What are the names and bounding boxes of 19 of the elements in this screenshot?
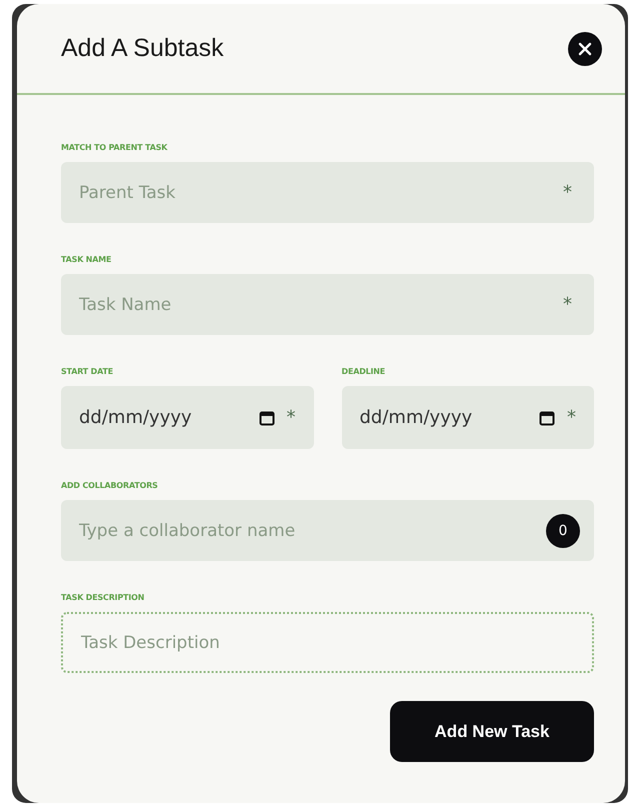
field-label: DEADLINE: [342, 367, 386, 377]
field-label: START DATE: [61, 367, 114, 377]
description-field[interactable]: Task Description: [61, 612, 594, 673]
calendar-icon[interactable]: [258, 410, 274, 426]
close-button[interactable]: [568, 32, 602, 66]
calendar-icon[interactable]: [539, 410, 555, 426]
close-icon: [578, 42, 592, 56]
field-label: TASK DESCRIPTION: [61, 593, 146, 603]
required-asterisk: *: [563, 184, 572, 202]
field-label: TASK NAME: [61, 255, 112, 265]
required-asterisk: *: [567, 408, 576, 426]
add-task-button[interactable]: Add New Task: [390, 701, 594, 762]
dialog-title: Add A Subtask: [61, 32, 224, 64]
field-label: MATCH TO PARENT TASK: [61, 143, 168, 153]
date-field[interactable]: dd/mm/yyyy *: [61, 386, 314, 449]
required-asterisk: *: [563, 296, 572, 314]
field-label: ADD COLLABORATORS: [61, 481, 159, 491]
date-field[interactable]: dd/mm/yyyy *: [342, 386, 594, 449]
required-asterisk: *: [286, 408, 296, 426]
